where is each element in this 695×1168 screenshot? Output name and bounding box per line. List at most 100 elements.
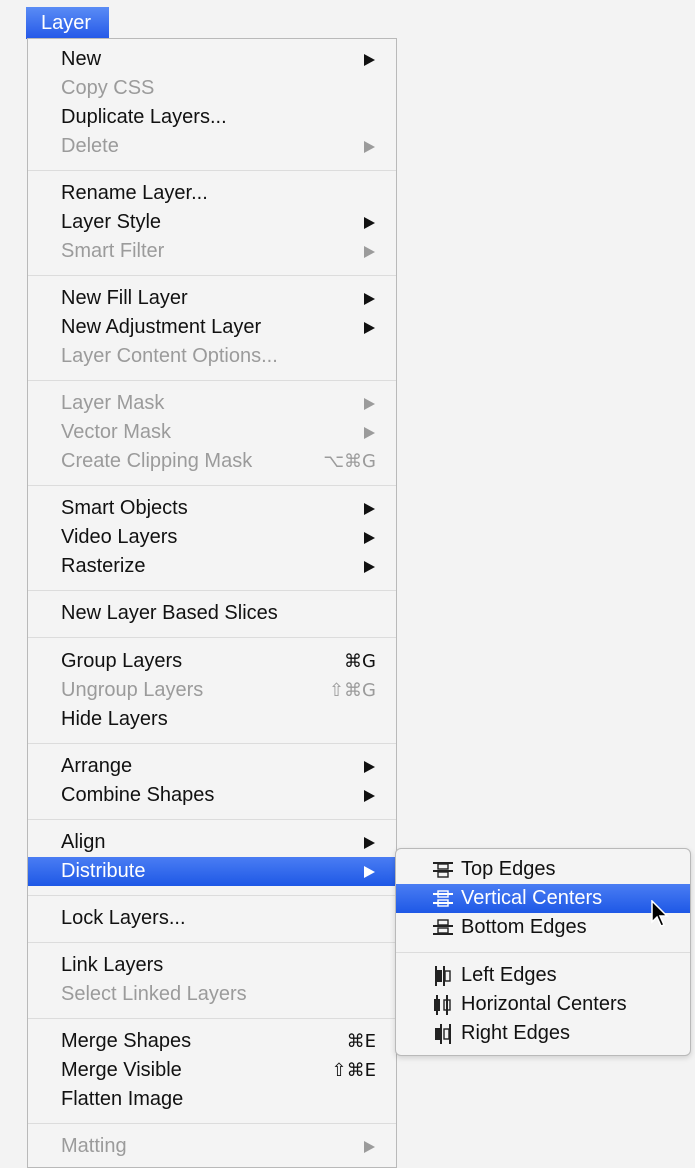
menu-item-label: Merge Visible [61, 1059, 182, 1081]
menu-item-matting: Matting [28, 1132, 396, 1161]
menu-item-label: Ungroup Layers [61, 679, 204, 701]
menu-item-delete: Delete [28, 132, 396, 161]
submenu-arrow-icon [364, 866, 375, 878]
submenu-item-label: Vertical Centers [461, 887, 603, 909]
menu-item-distribute[interactable]: Distribute [28, 857, 396, 886]
submenu-arrow-icon [364, 837, 375, 849]
menu-item-label: Combine Shapes [61, 784, 215, 806]
submenu-arrow-icon [364, 246, 375, 258]
menu-item-label: Smart Filter [61, 240, 165, 262]
menu-item-shortcut: ⌥⌘G [323, 451, 376, 472]
submenu-item-label: Right Edges [461, 1022, 570, 1044]
submenu-arrow-icon [364, 790, 375, 802]
menu-item-label: Layer Content Options... [61, 345, 278, 367]
distribute-horizontal-centers-icon [434, 995, 451, 1015]
menu-item-label: Duplicate Layers... [61, 106, 227, 128]
submenu-item-label: Left Edges [461, 964, 557, 986]
menu-item-lock-layers[interactable]: Lock Layers... [28, 904, 396, 933]
distribute-vertical-centers-icon [433, 890, 453, 907]
menu-item-new-adjustment-layer[interactable]: New Adjustment Layer [28, 313, 396, 342]
menu-item-label: New Layer Based Slices [61, 602, 278, 624]
menu-item-shortcut: ⇧⌘E [331, 1060, 376, 1081]
menu-item-label: Vector Mask [61, 421, 172, 443]
menu-separator [28, 275, 396, 276]
submenu-item-horizontal-centers[interactable]: Horizontal Centers [396, 990, 690, 1019]
menu-separator [28, 590, 396, 591]
menu-item-label: Delete [61, 135, 119, 157]
submenu-arrow-icon [364, 761, 375, 773]
menu-separator [28, 895, 396, 896]
submenu-arrow-icon [364, 503, 375, 515]
submenu-arrow-icon [364, 427, 375, 439]
submenu-item-vertical-centers[interactable]: Vertical Centers [396, 884, 690, 913]
distribute-top-edges-icon [433, 862, 453, 878]
menu-item-label: Group Layers [61, 650, 183, 672]
menu-item-label: Layer Mask [61, 392, 165, 414]
menu-item-shortcut: ⇧⌘G [328, 680, 376, 701]
menu-item-label: Distribute [61, 860, 146, 882]
submenu-item-label: Top Edges [461, 858, 556, 880]
submenu-item-label: Bottom Edges [461, 916, 587, 938]
menu-item-arrange[interactable]: Arrange [28, 752, 396, 781]
submenu-item-right-edges[interactable]: Right Edges [396, 1019, 690, 1048]
menu-item-label: Select Linked Layers [61, 983, 247, 1005]
submenu-arrow-icon [364, 217, 375, 229]
menu-separator [28, 743, 396, 744]
submenu-arrow-icon [364, 141, 375, 153]
menu-item-video-layers[interactable]: Video Layers [28, 523, 396, 552]
submenu-item-top-edges[interactable]: Top Edges [396, 855, 690, 884]
submenu-item-bottom-edges[interactable]: Bottom Edges [396, 913, 690, 942]
menu-item-smart-filter: Smart Filter [28, 237, 396, 266]
submenu-item-left-edges[interactable]: Left Edges [396, 961, 690, 990]
menu-item-label: Rename Layer... [61, 182, 208, 204]
menu-bar-item-layer[interactable]: Layer [26, 7, 109, 39]
menu-item-combine-shapes[interactable]: Combine Shapes [28, 781, 396, 810]
menu-item-label: Arrange [61, 755, 133, 777]
menu-item-new[interactable]: New [28, 45, 396, 74]
menu-item-duplicate-layers[interactable]: Duplicate Layers... [28, 103, 396, 132]
menu-separator [28, 485, 396, 486]
distribute-right-edges-icon [435, 1024, 451, 1044]
submenu-arrow-icon [364, 322, 375, 334]
menu-item-label: New Fill Layer [61, 287, 188, 309]
submenu-arrow-icon [364, 561, 375, 573]
submenu-arrow-icon [364, 293, 375, 305]
menu-item-label: Merge Shapes [61, 1030, 192, 1052]
submenu-arrow-icon [364, 532, 375, 544]
distribute-bottom-edges-icon [433, 919, 453, 935]
menu-item-link-layers[interactable]: Link Layers [28, 951, 396, 980]
menu-item-layer-mask: Layer Mask [28, 389, 396, 418]
menu-item-group-layers[interactable]: Group Layers ⌘G [28, 647, 396, 676]
menu-item-shortcut: ⌘G [344, 651, 376, 672]
menu-item-new-layer-based-slices[interactable]: New Layer Based Slices [28, 599, 396, 628]
submenu-arrow-icon [364, 1141, 375, 1153]
menu-item-label: Video Layers [61, 526, 178, 548]
mouse-cursor-icon [651, 900, 669, 927]
menu-item-smart-objects[interactable]: Smart Objects [28, 494, 396, 523]
menu-item-layer-style[interactable]: Layer Style [28, 208, 396, 237]
menu-item-rasterize[interactable]: Rasterize [28, 552, 396, 581]
menu-separator [28, 637, 396, 638]
menu-item-align[interactable]: Align [28, 828, 396, 857]
submenu-item-label: Horizontal Centers [461, 993, 627, 1015]
menu-separator [28, 1018, 396, 1019]
menu-item-label: Align [61, 831, 106, 853]
menu-item-label: Rasterize [61, 555, 146, 577]
menu-item-select-linked-layers: Select Linked Layers [28, 980, 396, 1009]
submenu-arrow-icon [364, 398, 375, 410]
menu-separator [28, 819, 396, 820]
menu-item-label: Link Layers [61, 954, 164, 976]
menu-item-hide-layers[interactable]: Hide Layers [28, 705, 396, 734]
menu-item-rename-layer[interactable]: Rename Layer... [28, 179, 396, 208]
menu-item-ungroup-layers: Ungroup Layers ⇧⌘G [28, 676, 396, 705]
menu-item-layer-content-options: Layer Content Options... [28, 342, 396, 371]
menu-item-new-fill-layer[interactable]: New Fill Layer [28, 284, 396, 313]
submenu-arrow-icon [364, 54, 375, 66]
menu-item-label: New [61, 48, 102, 70]
menu-item-merge-visible[interactable]: Merge Visible ⇧⌘E [28, 1056, 396, 1085]
menu-item-label: Layer Style [61, 211, 162, 233]
menu-item-merge-shapes[interactable]: Merge Shapes ⌘E [28, 1027, 396, 1056]
menu-item-label: Smart Objects [61, 497, 188, 519]
menu-separator [28, 380, 396, 381]
menu-item-flatten-image[interactable]: Flatten Image [28, 1085, 396, 1114]
